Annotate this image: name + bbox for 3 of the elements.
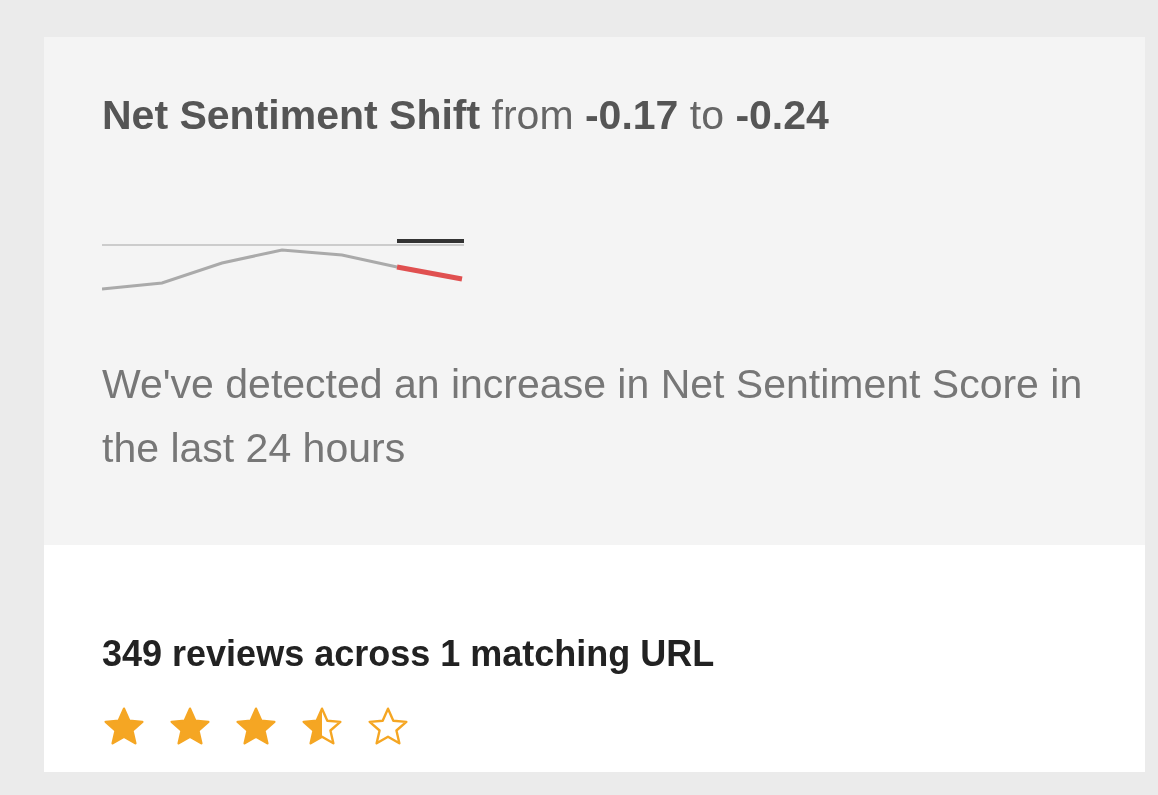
reviews-count: 349 reviews across 1 matching URL (102, 633, 716, 675)
card-title: Net Sentiment Shift from -0.17 to -0.24 (102, 93, 830, 137)
description-text: We've detected an increase in Net Sentiment Score in the last 24 hours (102, 360, 1084, 473)
